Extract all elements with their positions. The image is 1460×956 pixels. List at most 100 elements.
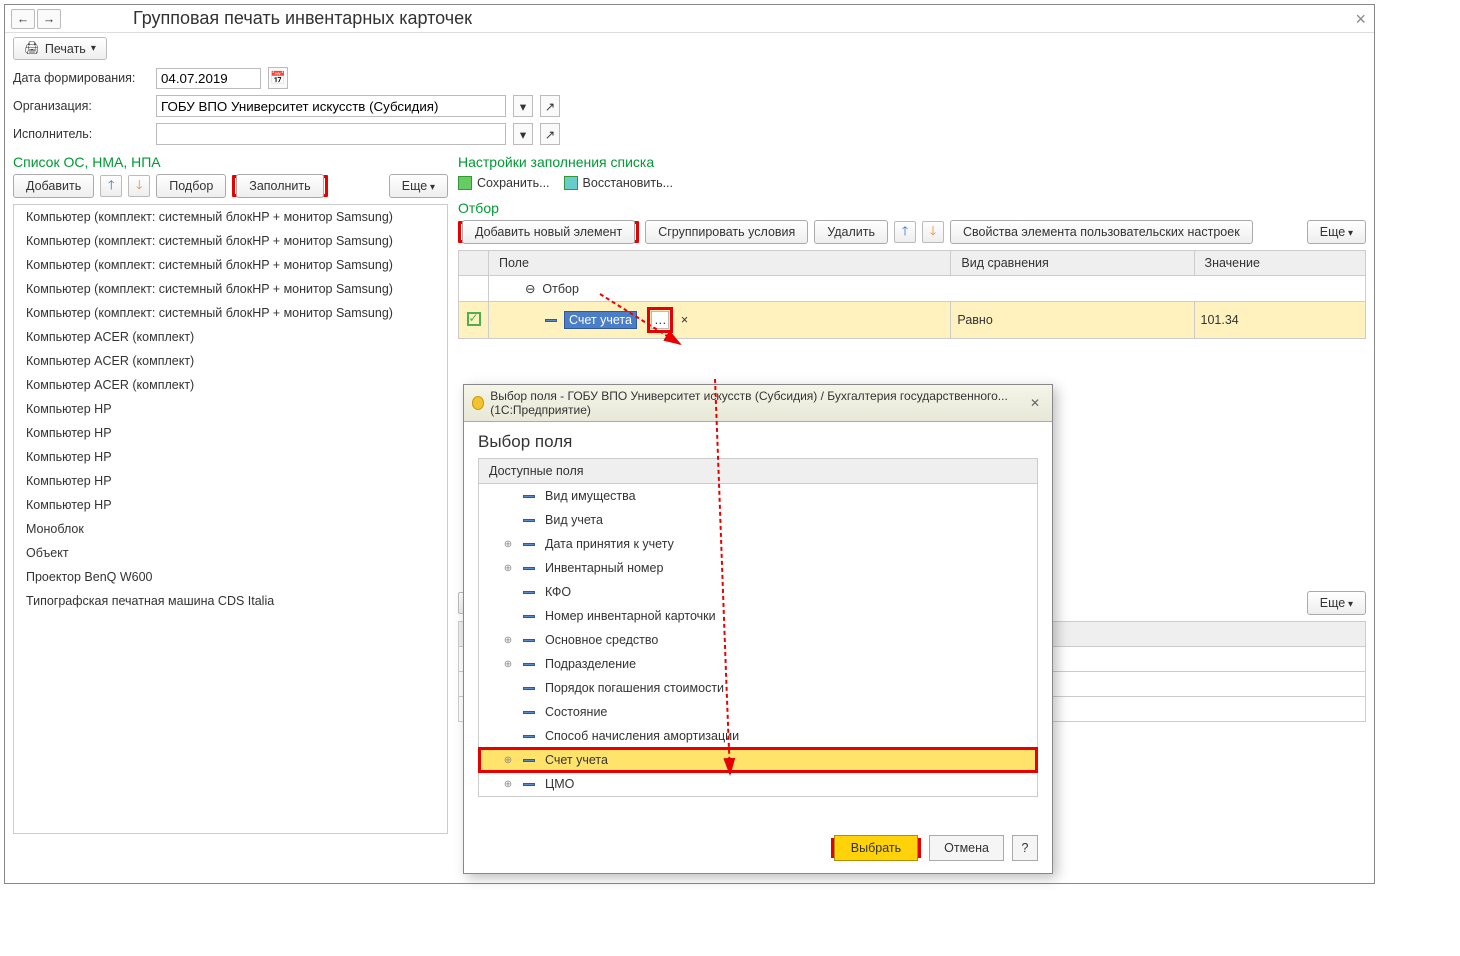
field-list[interactable]: Доступные поля Вид имущества Вид учета ⊕Да…	[478, 458, 1038, 797]
dialog-heading: Выбор поля	[464, 422, 1052, 458]
list-item[interactable]: Компьютер (комплект: системный блокHP + …	[14, 301, 447, 325]
save-settings-link[interactable]: Сохранить...	[458, 176, 550, 190]
filter-move-up-button[interactable]: 🡑	[894, 221, 916, 243]
field-list-item[interactable]: Вид учета	[479, 508, 1037, 532]
list-item[interactable]: Компьютер ACER (комплект)	[14, 373, 447, 397]
cancel-button[interactable]: Отмена	[929, 835, 1004, 861]
field-list-item[interactable]: ⊕ Инвентарный номер	[479, 556, 1037, 580]
list-item[interactable]: Типографская печатная машина CDS Italia	[14, 589, 447, 613]
field-select-button[interactable]: …	[651, 311, 669, 329]
filter-move-down-button[interactable]: 🡓	[922, 221, 944, 243]
minus-icon	[523, 783, 535, 786]
expand-icon[interactable]: ⊕	[503, 635, 513, 646]
list-item[interactable]: Проектор BenQ W600	[14, 565, 447, 589]
field-label: Вид учета	[545, 513, 603, 527]
field-list-item[interactable]: Вид имущества	[479, 484, 1037, 508]
list-item[interactable]: Компьютер (комплект: системный блокHP + …	[14, 253, 447, 277]
expand-icon[interactable]: ⊕	[503, 779, 513, 790]
executor-input[interactable]	[156, 123, 506, 145]
add-filter-button[interactable]: Добавить новый элемент	[462, 220, 635, 244]
pick-button[interactable]: Подбор	[156, 174, 226, 198]
expand-icon[interactable]: ⊕	[503, 563, 513, 574]
executor-open-icon[interactable]: ↗	[540, 123, 560, 145]
minus-icon	[545, 319, 557, 322]
field-list-item[interactable]: ⊕ Подразделение	[479, 652, 1037, 676]
col-value[interactable]: Значение	[1194, 251, 1365, 276]
printer-icon: 🖨	[24, 41, 40, 56]
field-label: Номер инвентарной карточки	[545, 609, 716, 623]
filter-root-row[interactable]: ⊖ Отбор	[459, 276, 1366, 302]
org-label: Организация:	[13, 99, 148, 113]
executor-label: Исполнитель:	[13, 127, 148, 141]
element-props-button[interactable]: Свойства элемента пользовательских настр…	[950, 220, 1253, 244]
list-item[interactable]: Компьютер HP	[14, 493, 447, 517]
list-item[interactable]: Моноблок	[14, 517, 447, 541]
list-item[interactable]: Компьютер (комплект: системный блокHP + …	[14, 277, 447, 301]
restore-settings-link[interactable]: Восстановить...	[564, 176, 673, 190]
delete-button[interactable]: Удалить	[814, 220, 888, 244]
expand-icon[interactable]: ⊕	[503, 755, 513, 766]
field-list-item[interactable]: Номер инвентарной карточки	[479, 604, 1037, 628]
field-list-item[interactable]: ⊕Счет учета	[479, 748, 1037, 772]
org-open-icon[interactable]: ↗	[540, 95, 560, 117]
field-list-item[interactable]: ⊕Дата принятия к учету	[479, 532, 1037, 556]
field-label: Состояние	[545, 705, 607, 719]
more-button-left[interactable]: Еще	[389, 174, 448, 198]
list-item[interactable]: Объект	[14, 541, 447, 565]
date-input[interactable]	[156, 68, 261, 89]
select-button[interactable]: Выбрать	[834, 835, 918, 861]
field-list-item[interactable]: КФО	[479, 580, 1037, 604]
fill-button[interactable]: Заполнить	[236, 174, 323, 198]
field-label: Подразделение	[545, 657, 636, 671]
filter-field-value[interactable]: Счет учета	[564, 311, 637, 329]
list-item[interactable]: Компьютер ACER (комплект)	[14, 325, 447, 349]
add-button[interactable]: Добавить	[13, 174, 94, 198]
list-item[interactable]: Компьютер HP	[14, 421, 447, 445]
minus-icon	[523, 615, 535, 618]
minus-icon	[523, 495, 535, 498]
filter-checkbox[interactable]	[467, 312, 481, 326]
field-label: Способ начисления амортизации	[545, 729, 739, 743]
move-down-button[interactable]: 🡓	[128, 175, 150, 197]
field-select-dialog: Выбор поля - ГОБУ ВПО Университет искусс…	[463, 384, 1053, 874]
dialog-close-icon[interactable]: ✕	[1026, 396, 1044, 410]
field-list-item[interactable]: ⊕ЦМО	[479, 772, 1037, 796]
field-list-item[interactable]: Способ начисления амортизации	[479, 724, 1037, 748]
filter-val-value[interactable]: 101.34	[1194, 302, 1365, 339]
clear-field-icon[interactable]: ×	[681, 313, 688, 327]
list-item[interactable]: Компьютер (комплект: системный блокHP + …	[14, 229, 447, 253]
nav-fwd-button[interactable]: →	[37, 9, 61, 29]
move-up-button[interactable]: 🡑	[100, 175, 122, 197]
group-cond-button[interactable]: Сгруппировать условия	[645, 220, 808, 244]
minus-icon	[523, 711, 535, 714]
org-dropdown-icon[interactable]: ▾	[513, 95, 533, 117]
field-list-item[interactable]: Порядок погашения стоимости	[479, 676, 1037, 700]
calendar-icon[interactable]: 📅	[268, 67, 288, 89]
field-label: Инвентарный номер	[545, 561, 663, 575]
list-item[interactable]: Компьютер HP	[14, 469, 447, 493]
disk-icon	[458, 176, 472, 190]
executor-dropdown-icon[interactable]: ▾	[513, 123, 533, 145]
close-icon[interactable]: ×	[1355, 9, 1366, 30]
minus-icon	[523, 519, 535, 522]
field-list-item[interactable]: Состояние	[479, 700, 1037, 724]
list-item[interactable]: Компьютер HP	[14, 445, 447, 469]
list-item[interactable]: Компьютер ACER (комплект)	[14, 349, 447, 373]
list-item[interactable]: Компьютер HP	[14, 397, 447, 421]
field-list-header: Доступные поля	[479, 459, 1037, 484]
nav-back-button[interactable]: ←	[11, 9, 35, 29]
list-item[interactable]: Компьютер (комплект: системный блокHP + …	[14, 205, 447, 229]
print-button[interactable]: 🖨 Печать	[13, 37, 107, 60]
col-field[interactable]: Поле	[489, 251, 951, 276]
more-button-sort[interactable]: Еще	[1307, 591, 1366, 615]
help-button[interactable]: ?	[1012, 835, 1038, 861]
field-list-item[interactable]: ⊕Основное средство	[479, 628, 1037, 652]
asset-list[interactable]: Компьютер (комплект: системный блокHP + …	[13, 204, 448, 834]
more-button-right[interactable]: Еще	[1307, 220, 1366, 244]
col-compare[interactable]: Вид сравнения	[951, 251, 1194, 276]
expand-icon[interactable]: ⊕	[503, 539, 513, 550]
filter-compare-value[interactable]: Равно	[951, 302, 1194, 339]
expand-icon[interactable]: ⊕	[503, 659, 513, 670]
filter-row[interactable]: Счет учета … × Равно 101.34	[459, 302, 1366, 339]
org-input[interactable]	[156, 95, 506, 117]
